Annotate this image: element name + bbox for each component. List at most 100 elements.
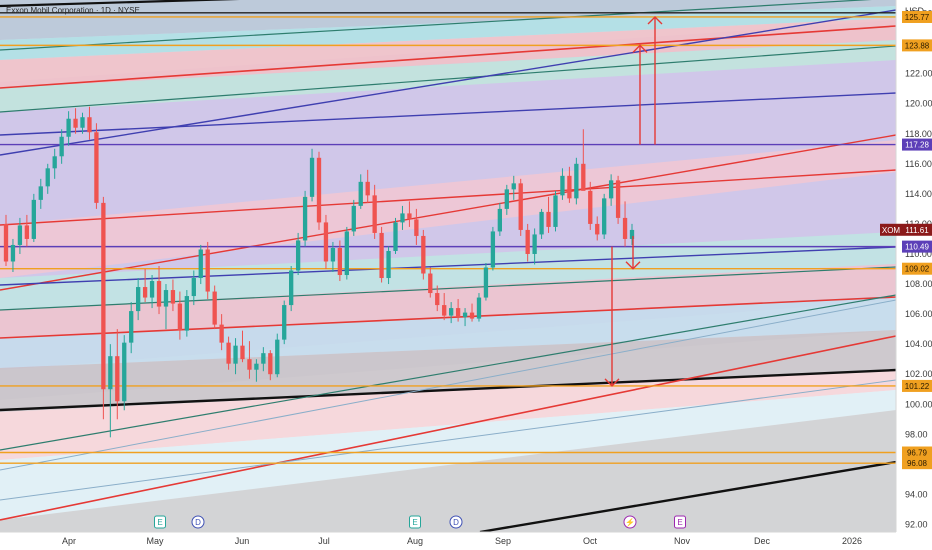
candle-body bbox=[10, 244, 16, 262]
price-tick-label: 122.00 bbox=[905, 69, 932, 79]
candle[interactable] bbox=[316, 151, 322, 230]
candle[interactable] bbox=[490, 226, 496, 271]
time-tick-label: Jun bbox=[235, 536, 250, 546]
candle[interactable] bbox=[421, 229, 426, 280]
candle-body bbox=[560, 175, 565, 196]
candle[interactable] bbox=[212, 285, 217, 330]
candle-body bbox=[45, 168, 50, 187]
candle[interactable] bbox=[289, 266, 294, 312]
candle[interactable] bbox=[379, 226, 384, 283]
candle-body bbox=[87, 117, 92, 133]
candle-body bbox=[80, 117, 85, 128]
event-marker-split[interactable]: ⚡ bbox=[623, 515, 637, 529]
symbol-tag-label: XOM bbox=[882, 226, 901, 235]
time-tick-label: Sep bbox=[495, 536, 511, 546]
event-marker-dividend[interactable]: D bbox=[449, 515, 463, 529]
candle-body bbox=[261, 353, 266, 364]
candle-body bbox=[442, 305, 447, 316]
candle-body bbox=[247, 359, 252, 370]
candle[interactable] bbox=[518, 178, 523, 236]
candle-body bbox=[122, 342, 127, 402]
candle-body bbox=[622, 217, 628, 239]
candle-body bbox=[337, 247, 343, 276]
candle-body bbox=[59, 136, 64, 157]
candle-body bbox=[455, 308, 461, 318]
event-marker-earnings[interactable]: E bbox=[154, 515, 166, 529]
price-tick-label: 102.00 bbox=[905, 369, 932, 379]
candle[interactable] bbox=[483, 262, 489, 301]
candle-body bbox=[156, 281, 162, 307]
candle-body bbox=[595, 223, 600, 235]
candle-body bbox=[379, 232, 384, 279]
event-marker-earnings[interactable]: E bbox=[674, 515, 686, 529]
price-tag-label: 109.02 bbox=[905, 265, 930, 274]
candle-body bbox=[108, 356, 113, 390]
candle-body bbox=[177, 303, 183, 331]
candle-body bbox=[24, 225, 30, 239]
price-tick-label: 118.00 bbox=[905, 129, 932, 139]
candle[interactable] bbox=[101, 196, 106, 420]
candle[interactable] bbox=[323, 214, 329, 270]
price-chart[interactable]: E D E D ⚡ E Exxon Mobil Corporation · 1D · NY… bbox=[0, 0, 932, 550]
candle[interactable] bbox=[282, 300, 287, 345]
candle-body bbox=[198, 249, 203, 279]
candle-body bbox=[386, 250, 391, 279]
candle-body bbox=[205, 249, 210, 292]
candle[interactable] bbox=[184, 290, 190, 337]
candle[interactable] bbox=[122, 335, 127, 411]
price-tick-label: 106.00 bbox=[905, 309, 932, 319]
candle-body bbox=[149, 281, 155, 298]
candle-body bbox=[546, 211, 551, 227]
candle-body bbox=[400, 213, 405, 223]
candle-body bbox=[31, 199, 36, 239]
marker-label: D bbox=[453, 518, 459, 527]
candle-body bbox=[469, 312, 475, 319]
marker-label: E bbox=[412, 518, 417, 527]
candle[interactable] bbox=[275, 333, 280, 378]
candle[interactable] bbox=[302, 190, 308, 247]
price-tick-label: 100.00 bbox=[905, 399, 932, 409]
candle[interactable] bbox=[205, 241, 210, 300]
candle-body bbox=[567, 175, 572, 199]
candle[interactable] bbox=[31, 193, 36, 242]
candle-body bbox=[163, 290, 169, 307]
candle-body bbox=[323, 222, 329, 262]
candle-body bbox=[428, 273, 433, 294]
candle[interactable] bbox=[602, 193, 607, 239]
candle-body bbox=[421, 235, 426, 274]
candle[interactable] bbox=[344, 226, 349, 280]
candle-body bbox=[309, 157, 315, 197]
candle-body bbox=[483, 267, 489, 298]
time-tick-label: Aug bbox=[407, 536, 423, 546]
candle-body bbox=[268, 353, 273, 375]
candle[interactable] bbox=[393, 217, 398, 254]
price-tag-label: 110.49 bbox=[905, 243, 929, 252]
candle-body bbox=[365, 181, 370, 196]
event-marker-earnings[interactable]: E bbox=[409, 515, 421, 529]
candle-body bbox=[295, 240, 301, 271]
candle[interactable] bbox=[94, 123, 99, 209]
marker-label: ⚡ bbox=[625, 517, 635, 527]
event-marker-dividend[interactable]: D bbox=[191, 515, 205, 529]
candle-body bbox=[135, 287, 141, 312]
candle-body bbox=[476, 297, 482, 319]
candle[interactable] bbox=[574, 157, 579, 205]
price-tag-label: 117.28 bbox=[905, 141, 929, 150]
price-tag-label: 125.77 bbox=[905, 13, 930, 22]
time-tick-label: May bbox=[146, 536, 164, 546]
candle-body bbox=[435, 293, 440, 306]
price-tick-label: 120.00 bbox=[905, 99, 932, 109]
candle-body bbox=[407, 213, 412, 220]
candle-body bbox=[52, 156, 57, 169]
candle-body bbox=[490, 231, 496, 268]
candle-body bbox=[588, 190, 593, 224]
candle-body bbox=[240, 345, 245, 360]
candle[interactable] bbox=[553, 190, 558, 232]
candle[interactable] bbox=[615, 175, 621, 224]
time-tick-label: Dec bbox=[754, 536, 771, 546]
candle-body bbox=[518, 183, 523, 230]
time-tick-label: Oct bbox=[583, 536, 598, 546]
price-tick-label: 116.00 bbox=[905, 159, 932, 169]
price-tag-label: 101.22 bbox=[905, 382, 930, 391]
price-tick-label: 92.00 bbox=[905, 519, 928, 529]
